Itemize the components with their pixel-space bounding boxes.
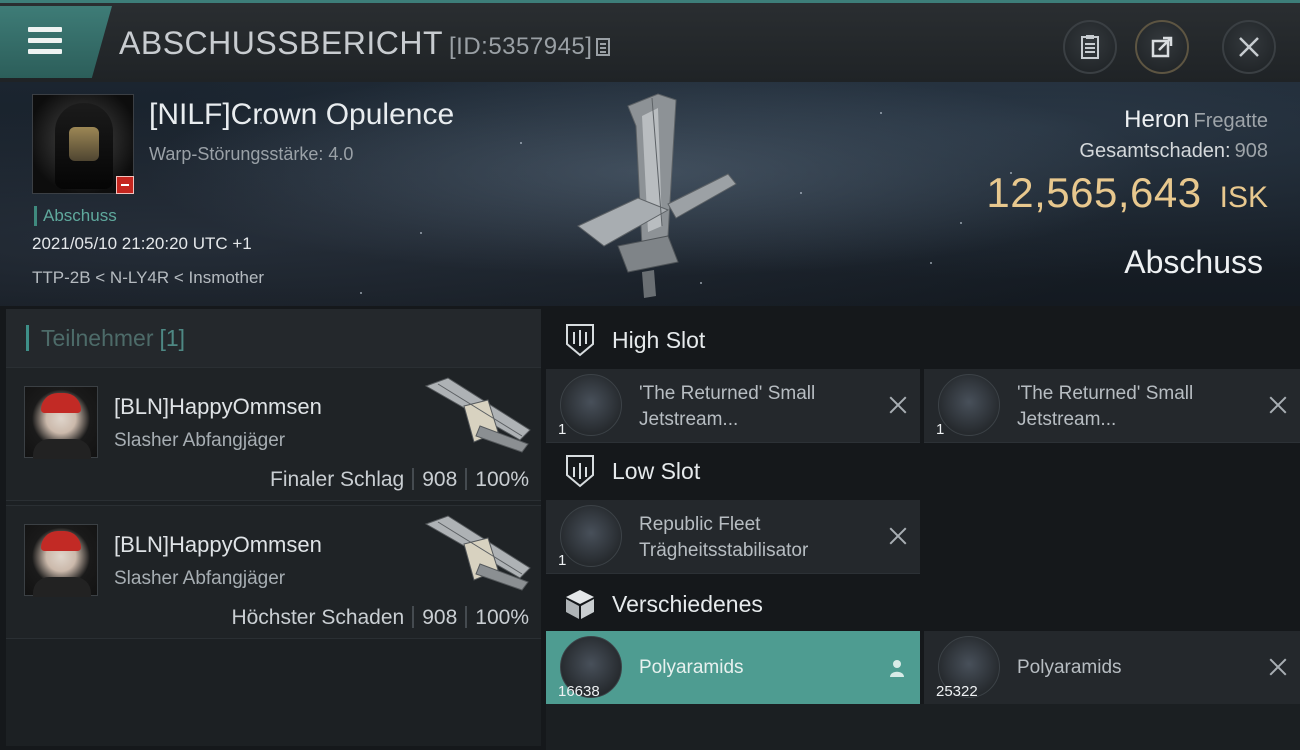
- item-name: Polyaramids: [1017, 657, 1122, 678]
- copy-icon[interactable]: [596, 38, 611, 56]
- participant-percent: 100%: [475, 468, 529, 491]
- participants-panel: Teilnehmer [1] [BLN]HappyOmmsen Slasher …: [6, 309, 541, 746]
- high-slot-header: High Slot: [546, 311, 705, 369]
- isk-unit: ISK: [1219, 181, 1268, 214]
- participant-stats: Finaler Schlag 908 100%: [270, 468, 529, 492]
- high-slot-title: High Slot: [612, 326, 706, 353]
- module-icon: [560, 505, 622, 567]
- page-title: ABSCHUSSBERICHT [ID:5357945]: [119, 25, 611, 62]
- clipboard-icon: [1081, 35, 1099, 59]
- kill-type-label: Abschuss: [1124, 244, 1263, 280]
- kill-datetime: 2021/05/10 21:20:20 UTC +1: [32, 234, 252, 253]
- isk-value: 12,565,643: [986, 169, 1202, 216]
- fitting-item-dropped[interactable]: 16638 Polyaramids: [546, 631, 920, 705]
- misc-title: Verschiedenes: [612, 590, 763, 617]
- participant-percent: 100%: [475, 606, 529, 629]
- low-slot-icon: [566, 455, 594, 488]
- item-name: Polyaramids: [639, 657, 744, 678]
- title-text: ABSCHUSSBERICHT: [119, 25, 443, 61]
- destroyed-x-icon: [1268, 395, 1288, 415]
- fitting-item[interactable]: 1 'The Returned' Small Jetstream...: [546, 369, 920, 443]
- menu-button[interactable]: [0, 6, 112, 78]
- bottom-strip: [546, 704, 1300, 750]
- item-name: Republic Fleet Trägheitsstabilisator: [639, 514, 809, 561]
- item-quantity: 1: [558, 552, 567, 569]
- participant-damage: 908: [422, 606, 458, 629]
- kill-id: [ID:5357945]: [449, 33, 593, 60]
- cargo-box-icon: [566, 590, 594, 619]
- participants-header: Teilnehmer [1]: [6, 309, 541, 367]
- victim-banner: [NILF]Crown Opulence Warp-Störungsstärke…: [0, 82, 1300, 306]
- ship-name[interactable]: Heron: [1124, 106, 1189, 133]
- item-quantity: 16638: [558, 683, 600, 700]
- participant-ship-image[interactable]: [418, 376, 536, 454]
- item-name: 'The Returned' Small Jetstream...: [1017, 383, 1194, 430]
- close-icon: [1239, 37, 1259, 57]
- low-slot-title: Low Slot: [612, 457, 701, 484]
- module-icon: [938, 374, 1000, 436]
- ship-summary: Heron Fregatte Gesamtschaden: 908 12,565,6…: [986, 106, 1268, 217]
- share-icon: [1151, 36, 1173, 58]
- high-slot-icon: [566, 324, 594, 357]
- participant-role: Höchster Schaden: [231, 606, 405, 629]
- misc-header: Verschiedenes: [546, 575, 763, 633]
- participant-damage: 908: [422, 468, 458, 491]
- fitting-panel: High Slot 1 'The Returned' Small Jetstre…: [546, 309, 1300, 746]
- share-button[interactable]: [1135, 20, 1189, 74]
- participant-ship-image[interactable]: [418, 514, 536, 592]
- victim-name[interactable]: [NILF]Crown Opulence: [149, 98, 454, 132]
- destroyed-x-icon: [888, 395, 908, 415]
- victim-ship-image[interactable]: [558, 86, 758, 301]
- fitting-item[interactable]: 25322 Polyaramids: [924, 631, 1300, 705]
- total-damage-value: 908: [1234, 140, 1268, 162]
- fitting-item[interactable]: 1 'The Returned' Small Jetstream...: [924, 369, 1300, 443]
- item-name: 'The Returned' Small Jetstream...: [639, 383, 816, 430]
- item-quantity: 1: [558, 421, 567, 438]
- person-icon: [890, 660, 904, 677]
- kill-location[interactable]: TTP-2B < N-LY4R < Insmother: [32, 268, 264, 288]
- title-bar: ABSCHUSSBERICHT [ID:5357945]: [0, 0, 1300, 82]
- kill-tag: Abschuss: [34, 206, 117, 226]
- participant-stats: Höchster Schaden 908 100%: [231, 606, 529, 630]
- destroyed-x-icon: [888, 526, 908, 546]
- low-slot-header: Low Slot: [546, 442, 700, 500]
- ship-class: Fregatte: [1193, 110, 1268, 132]
- report-button[interactable]: [1063, 20, 1117, 74]
- participant-avatar[interactable]: [24, 386, 98, 459]
- total-damage-label: Gesamtschaden:: [1079, 140, 1231, 162]
- participants-title: Teilnehmer: [41, 324, 154, 351]
- participant-avatar[interactable]: [24, 524, 98, 597]
- item-quantity: 1: [936, 421, 945, 438]
- participants-count: [1]: [159, 324, 186, 351]
- module-icon: [560, 374, 622, 436]
- item-quantity: 25322: [936, 683, 978, 700]
- destroyed-x-icon: [1268, 657, 1288, 677]
- participant-role: Finaler Schlag: [270, 468, 405, 491]
- victim-loss-badge: [116, 176, 134, 194]
- fitting-item[interactable]: 1 Republic Fleet Trägheitsstabilisator: [546, 500, 920, 574]
- participant-ship: Slasher Abfangjäger: [114, 430, 286, 451]
- warp-strength: Warp-Störungsstärke: 4.0: [149, 144, 354, 164]
- close-button[interactable]: [1222, 20, 1276, 74]
- participant-name[interactable]: [BLN]HappyOmmsen: [114, 532, 322, 558]
- participant-row[interactable]: [BLN]HappyOmmsen Slasher Abfangjäger Höc…: [6, 505, 541, 639]
- participant-row[interactable]: [BLN]HappyOmmsen Slasher Abfangjäger Fin…: [6, 367, 541, 501]
- participant-ship: Slasher Abfangjäger: [114, 568, 286, 589]
- participant-name[interactable]: [BLN]HappyOmmsen: [114, 394, 322, 420]
